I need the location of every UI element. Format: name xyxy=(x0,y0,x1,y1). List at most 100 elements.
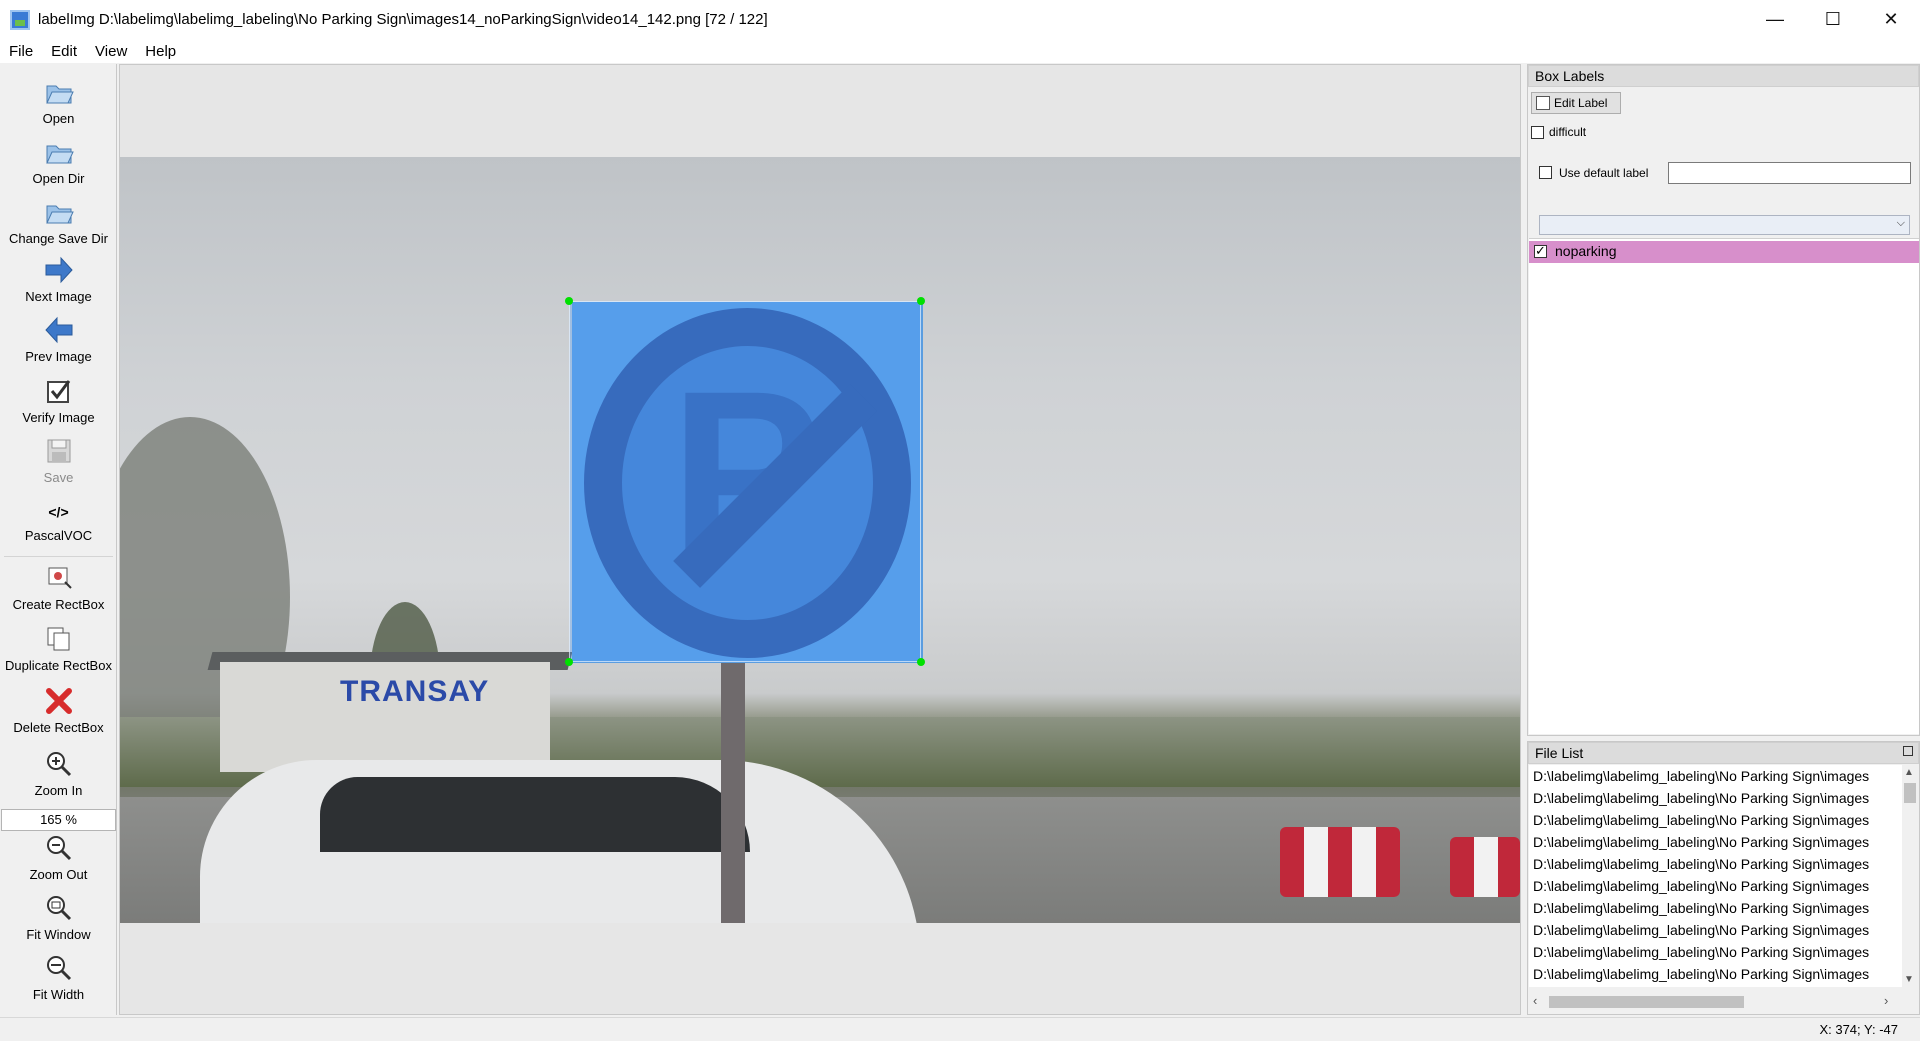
file-list-horizontal-scrollbar[interactable]: ‹ › xyxy=(1529,992,1903,1012)
file-list-item[interactable]: D:\labelimg\labelimg_labeling\No Parking… xyxy=(1529,963,1903,985)
road-barrier xyxy=(1280,827,1400,897)
menu-file[interactable]: File xyxy=(0,43,42,60)
fit-window-icon xyxy=(46,896,71,921)
folder-open-icon xyxy=(45,205,74,224)
scroll-thumb[interactable] xyxy=(1549,996,1744,1008)
zoom-level-spinbox[interactable]: 165 % xyxy=(1,809,116,831)
bounding-box-noparking[interactable] xyxy=(569,301,921,662)
duplicate-rectbox-button[interactable]: Duplicate RectBox xyxy=(0,623,117,673)
file-list-item[interactable]: D:\labelimg\labelimg_labeling\No Parking… xyxy=(1529,919,1903,941)
edit-pencil-icon xyxy=(1536,96,1550,110)
open-dir-label: Open Dir xyxy=(32,171,85,186)
create-rectbox-button[interactable]: Create RectBox xyxy=(0,562,117,612)
label-visibility-checkbox[interactable] xyxy=(1534,243,1547,259)
close-button[interactable]: ✕ xyxy=(1862,0,1920,39)
prev-image-button[interactable]: Prev Image xyxy=(0,314,117,364)
save-label: Save xyxy=(43,470,74,485)
format-pascalvoc-button[interactable]: </> PascalVOC xyxy=(0,499,117,543)
sign-pole xyxy=(721,662,745,923)
window-controls: — ☐ ✕ xyxy=(1746,0,1920,39)
fit-width-label: Fit Width xyxy=(32,987,85,1002)
label-list-item[interactable]: noparking xyxy=(1529,241,1919,263)
file-list-item[interactable]: D:\labelimg\labelimg_labeling\No Parking… xyxy=(1529,787,1903,809)
zoom-out-button[interactable]: Zoom Out xyxy=(0,832,117,882)
window-title: labelImg D:\labelimg\labelimg_labeling\N… xyxy=(38,11,768,28)
scroll-up-icon[interactable]: ▲ xyxy=(1904,767,1914,778)
edit-label-button[interactable]: Edit Label xyxy=(1531,92,1621,114)
verify-image-button[interactable]: Verify Image xyxy=(0,375,117,425)
zoom-in-button[interactable]: Zoom In xyxy=(0,748,117,798)
open-button[interactable]: Open xyxy=(0,76,117,126)
minimize-button[interactable]: — xyxy=(1746,0,1804,39)
delete-x-icon xyxy=(45,688,72,714)
file-list-item[interactable]: D:\labelimg\labelimg_labeling\No Parking… xyxy=(1529,853,1903,875)
arrow-left-icon xyxy=(44,316,72,344)
floppy-disk-icon xyxy=(47,439,70,463)
fit-width-button[interactable]: Fit Width xyxy=(0,952,117,1002)
file-list-item[interactable]: D:\labelimg\labelimg_labeling\No Parking… xyxy=(1529,809,1903,831)
menu-edit[interactable]: Edit xyxy=(42,43,86,60)
cursor-coordinates: X: 374; Y: -47 xyxy=(1819,1022,1898,1037)
bbox-handle-top-left[interactable] xyxy=(565,297,573,305)
bbox-handle-bottom-left[interactable] xyxy=(565,658,573,666)
menu-view[interactable]: View xyxy=(86,43,136,60)
use-default-label-checkbox[interactable] xyxy=(1539,166,1552,179)
file-list-item[interactable]: D:\labelimg\labelimg_labeling\No Parking… xyxy=(1529,941,1903,963)
bbox-handle-bottom-right[interactable] xyxy=(917,658,925,666)
open-dir-button[interactable]: Open Dir xyxy=(0,136,117,186)
scroll-right-icon[interactable]: › xyxy=(1884,993,1888,1008)
file-list-item[interactable]: D:\labelimg\labelimg_labeling\No Parking… xyxy=(1529,897,1903,919)
default-label-input[interactable] xyxy=(1668,162,1911,184)
folder-open-icon xyxy=(45,85,74,104)
file-list-item[interactable]: D:\labelimg\labelimg_labeling\No Parking… xyxy=(1529,831,1903,853)
delete-rectbox-label: Delete RectBox xyxy=(13,720,104,735)
file-list-vertical-scrollbar[interactable]: ▲ ▼ xyxy=(1902,765,1918,987)
title-bar: labelImg D:\labelimg\labelimg_labeling\N… xyxy=(0,0,1920,39)
image-canvas[interactable]: TRANSAY P xyxy=(119,64,1521,1015)
label-list: noparking xyxy=(1529,238,1919,734)
scroll-thumb[interactable] xyxy=(1904,783,1916,803)
status-bar: X: 374; Y: -47 xyxy=(0,1017,1920,1041)
verify-image-label: Verify Image xyxy=(22,410,95,425)
chevron-down-icon: ⌵ xyxy=(1896,217,1905,229)
folder-open-icon xyxy=(45,145,74,164)
maximize-button[interactable]: ☐ xyxy=(1804,0,1862,39)
checkbox-checked-icon xyxy=(46,380,70,403)
zoom-out-label: Zoom Out xyxy=(29,867,88,882)
difficult-checkbox[interactable] xyxy=(1531,126,1544,139)
building-sign-text: TRANSAY xyxy=(340,675,490,708)
next-image-label: Next Image xyxy=(25,289,92,304)
left-toolbar: Open Open Dir Change Save Dir Next Image… xyxy=(0,64,117,1015)
fit-window-label: Fit Window xyxy=(26,927,91,942)
bbox-handle-top-right[interactable] xyxy=(917,297,925,305)
create-box-icon xyxy=(48,567,72,589)
label-combobox[interactable]: ⌵ xyxy=(1539,215,1910,235)
file-list-item[interactable]: D:\labelimg\labelimg_labeling\No Parking… xyxy=(1529,875,1903,897)
file-list-item[interactable]: D:\labelimg\labelimg_labeling\No Parking… xyxy=(1529,765,1903,787)
open-label: Open xyxy=(42,111,75,126)
create-rectbox-label: Create RectBox xyxy=(12,597,105,612)
box-labels-panel: Box Labels Edit Label difficult Use defa… xyxy=(1527,64,1920,736)
duplicate-icon xyxy=(47,627,69,651)
file-list-panel: File List D:\labelimg\labelimg_labeling\… xyxy=(1527,741,1920,1015)
fit-window-button[interactable]: Fit Window xyxy=(0,892,117,942)
zoom-in-label: Zoom In xyxy=(34,783,83,798)
dock-float-icon[interactable] xyxy=(1903,746,1913,756)
save-button[interactable]: Save xyxy=(0,435,117,485)
change-save-dir-button[interactable]: Change Save Dir xyxy=(0,196,117,246)
file-list-title: File List xyxy=(1528,742,1919,764)
menu-help[interactable]: Help xyxy=(136,43,185,60)
delete-rectbox-button[interactable]: Delete RectBox xyxy=(0,685,117,735)
arrow-right-icon xyxy=(45,256,73,284)
scroll-down-icon[interactable]: ▼ xyxy=(1904,974,1914,985)
next-image-button[interactable]: Next Image xyxy=(0,254,117,304)
fit-width-icon xyxy=(46,956,71,981)
annotated-photo: TRANSAY P xyxy=(120,157,1520,923)
toolbar-separator xyxy=(4,556,113,557)
duplicate-rectbox-label: Duplicate RectBox xyxy=(5,658,112,673)
menu-bar: File Edit View Help xyxy=(0,39,1920,63)
prev-image-label: Prev Image xyxy=(25,349,92,364)
box-labels-title: Box Labels xyxy=(1528,65,1919,87)
edit-label-text: Edit Label xyxy=(1554,96,1608,110)
scroll-left-icon[interactable]: ‹ xyxy=(1533,993,1537,1008)
